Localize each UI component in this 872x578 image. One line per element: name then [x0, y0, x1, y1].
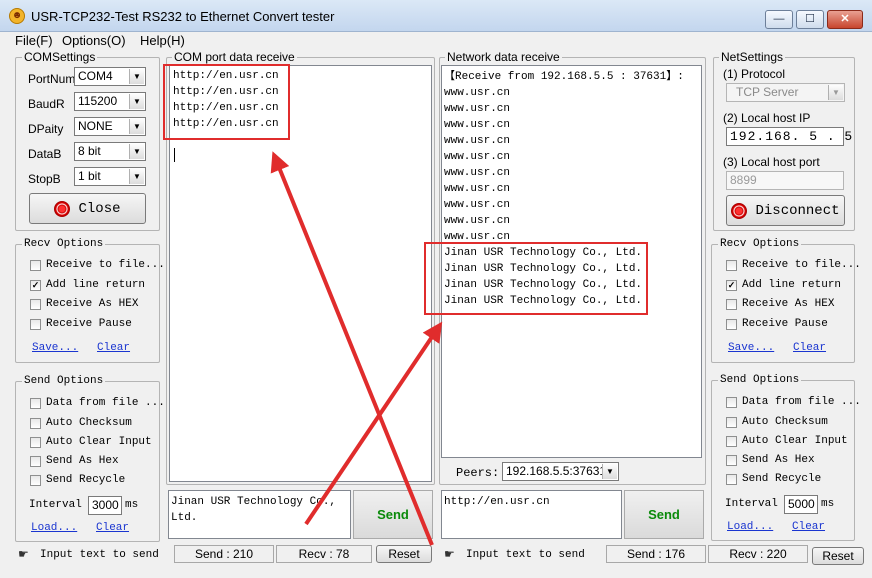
annotation-arrows [270, 151, 443, 546]
arrow-to-com-receive [270, 151, 434, 546]
arrow-to-net-receive [304, 321, 443, 526]
